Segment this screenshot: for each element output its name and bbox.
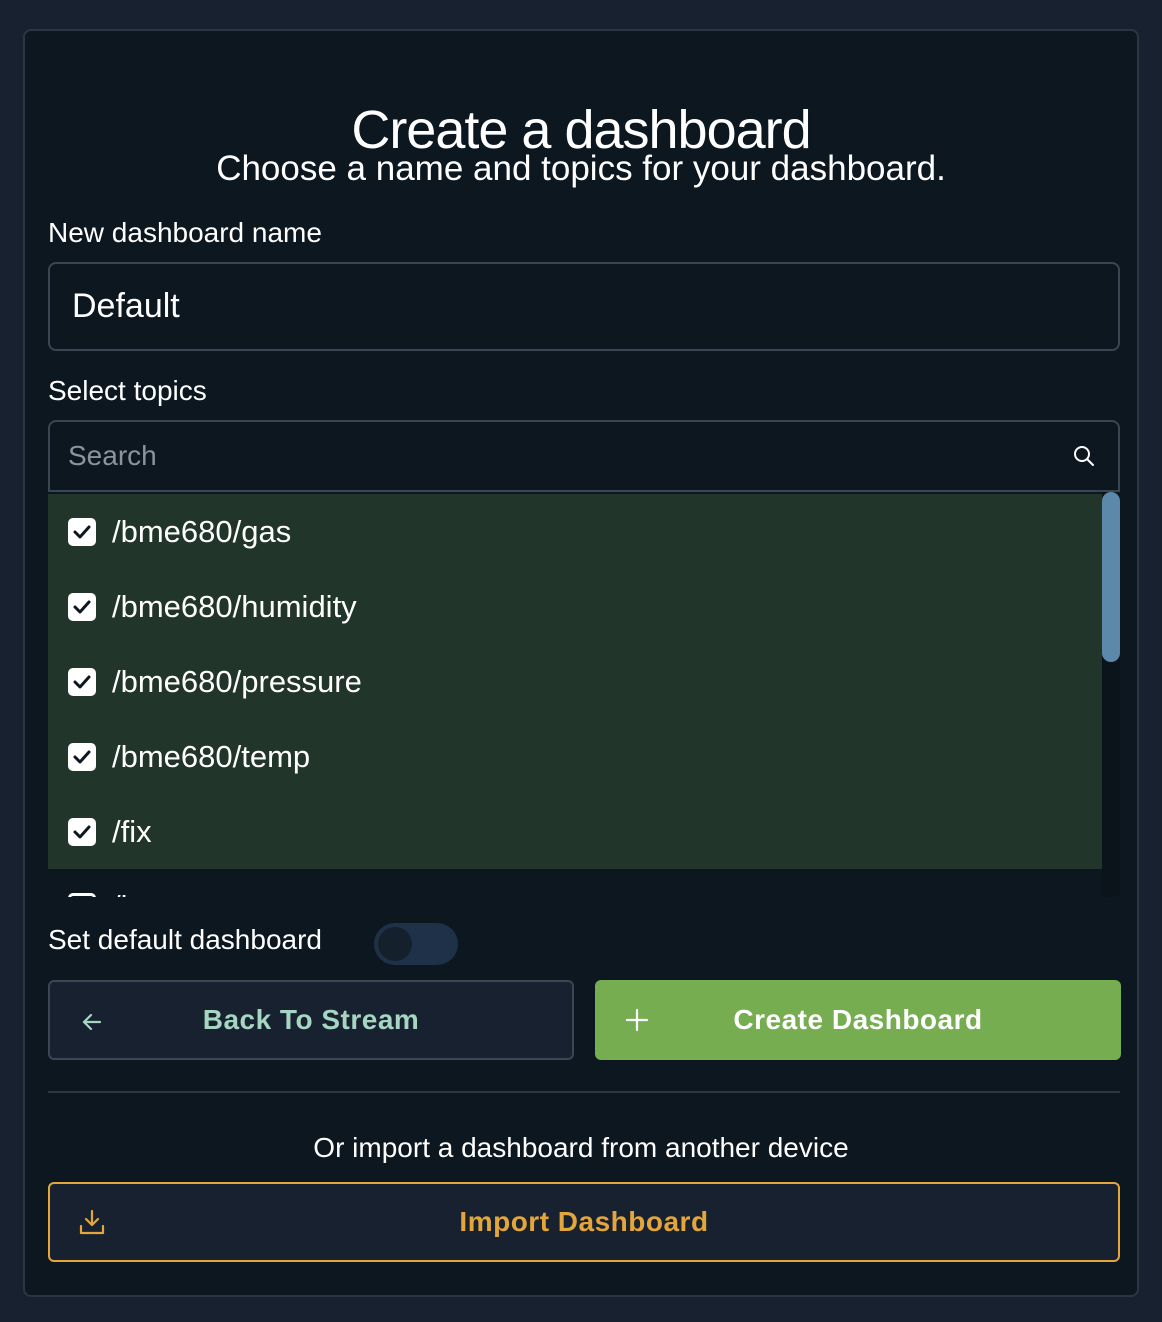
- topic-list: /bme680/gas/bme680/humidity/bme680/press…: [48, 492, 1120, 897]
- page-subtitle: Choose a name and topics for your dashbo…: [216, 149, 946, 188]
- topic-item[interactable]: /bme680/temp: [48, 719, 1102, 794]
- create-dashboard-button[interactable]: Create Dashboard: [595, 980, 1121, 1060]
- topic-label: /bme680/gas: [112, 513, 292, 549]
- topic-list-scrollbar[interactable]: [1102, 492, 1120, 897]
- topic-search-box: [48, 420, 1120, 492]
- topic-search-input[interactable]: [50, 422, 1050, 490]
- topic-item[interactable]: /bme680/gas: [48, 494, 1102, 569]
- topic-item[interactable]: /fix: [48, 794, 1102, 869]
- topic-label: /bme680/temp: [112, 738, 311, 774]
- import-dashboard-label: Import Dashboard: [459, 1206, 709, 1237]
- topic-label: /logs: [112, 889, 177, 898]
- checkbox-checked-icon[interactable]: [68, 592, 96, 621]
- back-to-stream-label: Back To Stream: [202, 1004, 420, 1035]
- topic-item[interactable]: /logs: [48, 869, 1102, 897]
- checkbox-checked-icon[interactable]: [68, 667, 96, 696]
- scrollbar-thumb[interactable]: [1102, 492, 1120, 662]
- topic-item[interactable]: /bme680/humidity: [48, 569, 1102, 644]
- select-topics-label: Select topics: [48, 375, 207, 406]
- topic-item[interactable]: /bme680/pressure: [48, 644, 1102, 719]
- topic-label: /fix: [112, 813, 152, 849]
- checkbox-checked-icon[interactable]: [68, 517, 96, 546]
- back-to-stream-button[interactable]: Back To Stream: [48, 980, 574, 1060]
- toggle-knob: [378, 927, 412, 961]
- search-icon[interactable]: [1072, 444, 1096, 468]
- checkbox-checked-icon[interactable]: [68, 817, 96, 846]
- create-dashboard-label: Create Dashboard: [733, 1004, 983, 1035]
- create-dashboard-card: Create a dashboard Choose a name and top…: [23, 29, 1139, 1297]
- import-prompt-text: Or import a dashboard from another devic…: [313, 1132, 849, 1163]
- dashboard-name-label: New dashboard name: [48, 217, 322, 248]
- topic-label: /bme680/pressure: [112, 663, 362, 699]
- checkbox-unchecked-icon[interactable]: [68, 892, 96, 897]
- default-dashboard-toggle[interactable]: [374, 923, 458, 965]
- import-dashboard-button[interactable]: Import Dashboard: [48, 1182, 1120, 1262]
- dashboard-name-input[interactable]: [48, 262, 1120, 351]
- default-dashboard-label: Set default dashboard: [48, 924, 322, 955]
- divider: [48, 1091, 1120, 1093]
- topic-label: /bme680/humidity: [112, 588, 357, 624]
- checkbox-checked-icon[interactable]: [68, 742, 96, 771]
